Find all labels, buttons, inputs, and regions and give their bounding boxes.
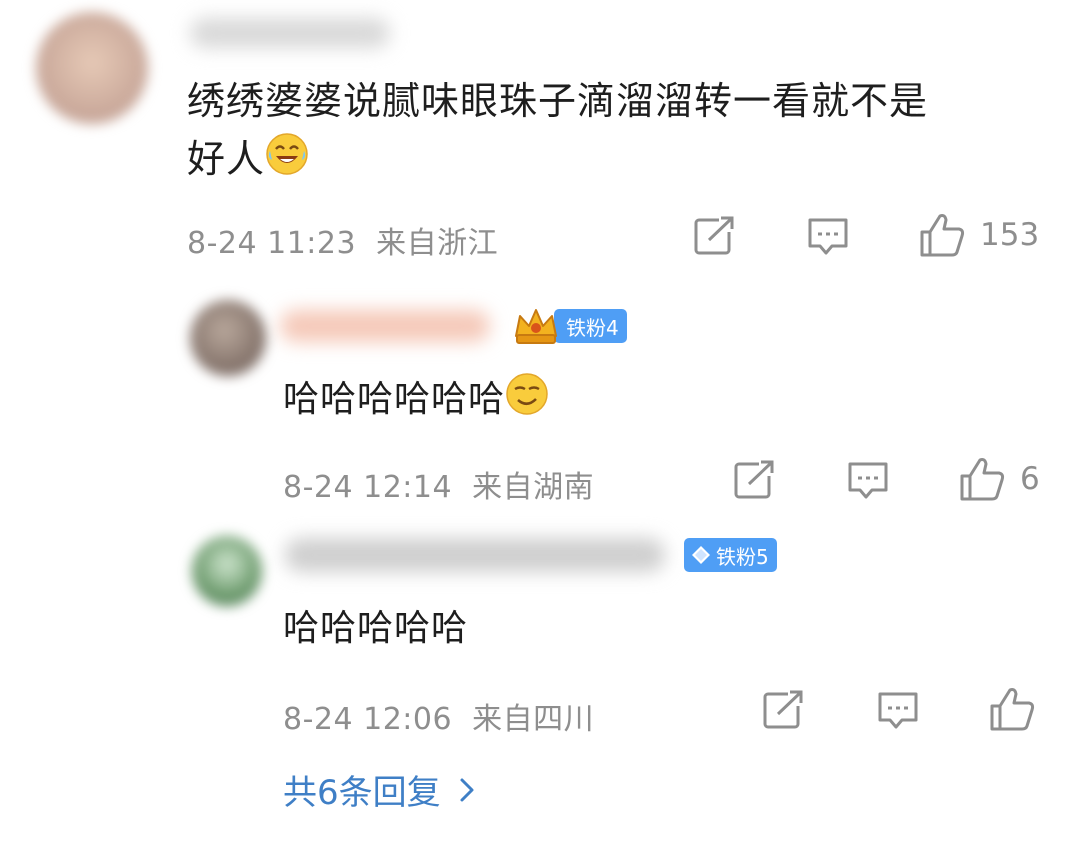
reply-avatar[interactable] (190, 300, 266, 376)
share-icon (694, 216, 734, 255)
reply-meta: 8-24 12:14 来自湖南 (283, 462, 594, 506)
share-icon (734, 460, 774, 499)
like-count: 153 (980, 217, 1040, 253)
comment-icon (878, 692, 918, 729)
comment-icon (808, 218, 848, 255)
diamond-icon (692, 546, 710, 564)
reply-location: 来自四川 (472, 702, 595, 737)
reply-text: 哈哈哈哈哈哈 (283, 372, 549, 430)
fan-badge-text: 铁粉5 (716, 544, 769, 569)
comment-icon (848, 462, 888, 499)
reply-share-button[interactable] (733, 460, 775, 500)
reply-avatar[interactable] (192, 536, 262, 606)
reply-username-blurred[interactable] (280, 310, 490, 342)
avatar[interactable] (36, 12, 148, 124)
more-replies-link[interactable]: 共6条回复 (283, 765, 475, 814)
comment-text-line1: 绣绣婆婆说腻味眼珠子滴溜溜转一看就不是 (187, 79, 929, 123)
reply-time: 8-24 12:14 (283, 470, 453, 505)
fan-badge[interactable]: 铁粉5 (684, 538, 777, 572)
fan-badge[interactable]: 铁粉4 (512, 306, 627, 346)
chevron-right-icon (460, 778, 474, 801)
username-blurred[interactable] (190, 18, 390, 48)
reply-meta: 8-24 12:06 来自四川 (283, 694, 594, 738)
reply-text: 哈哈哈哈哈 (283, 604, 468, 654)
comment-text-line2: 好人 (187, 130, 1067, 192)
comment-location: 来自浙江 (376, 226, 499, 261)
thumbs-up-icon (960, 458, 1005, 501)
comment-meta: 8-24 11:23 来自浙江 (187, 218, 498, 262)
thumbs-up-icon (990, 688, 1035, 731)
reply-time: 8-24 12:06 (283, 702, 453, 737)
crown-icon (515, 309, 557, 344)
reply-like-count: 6 (1020, 461, 1040, 497)
reply-like-button[interactable]: 6 (958, 456, 1040, 502)
share-button[interactable] (693, 216, 735, 256)
reply-comment-button[interactable] (876, 690, 920, 732)
reply-comment-button[interactable] (846, 460, 890, 502)
comment-time: 8-24 11:23 (187, 226, 357, 261)
comment-text-line2-label: 好人 (187, 137, 266, 181)
laughing-tears-emoji (265, 132, 309, 192)
reply-like-button[interactable] (988, 686, 1050, 732)
reply-text-label: 哈哈哈哈哈哈 (283, 379, 506, 420)
comment-text: 绣绣婆婆说腻味眼珠子滴溜溜转一看就不是 好人 (187, 72, 1067, 192)
fan-badge-text: 铁粉4 (566, 315, 619, 340)
fan-badge-label: 铁粉4 (554, 309, 627, 343)
reply-share-button[interactable] (762, 690, 804, 730)
reply-text-label: 哈哈哈哈哈 (283, 608, 469, 649)
reply-button[interactable] (806, 216, 850, 258)
fan-badge-label: 铁粉5 (684, 538, 777, 572)
more-replies-label: 共6条回复 (283, 773, 441, 813)
reply-location: 来自湖南 (472, 470, 595, 505)
share-icon (763, 690, 803, 729)
smirk-emoji (505, 372, 549, 430)
thumbs-up-icon (920, 214, 965, 257)
reply-username-blurred[interactable] (285, 538, 665, 572)
like-button[interactable]: 153 (918, 212, 1039, 258)
